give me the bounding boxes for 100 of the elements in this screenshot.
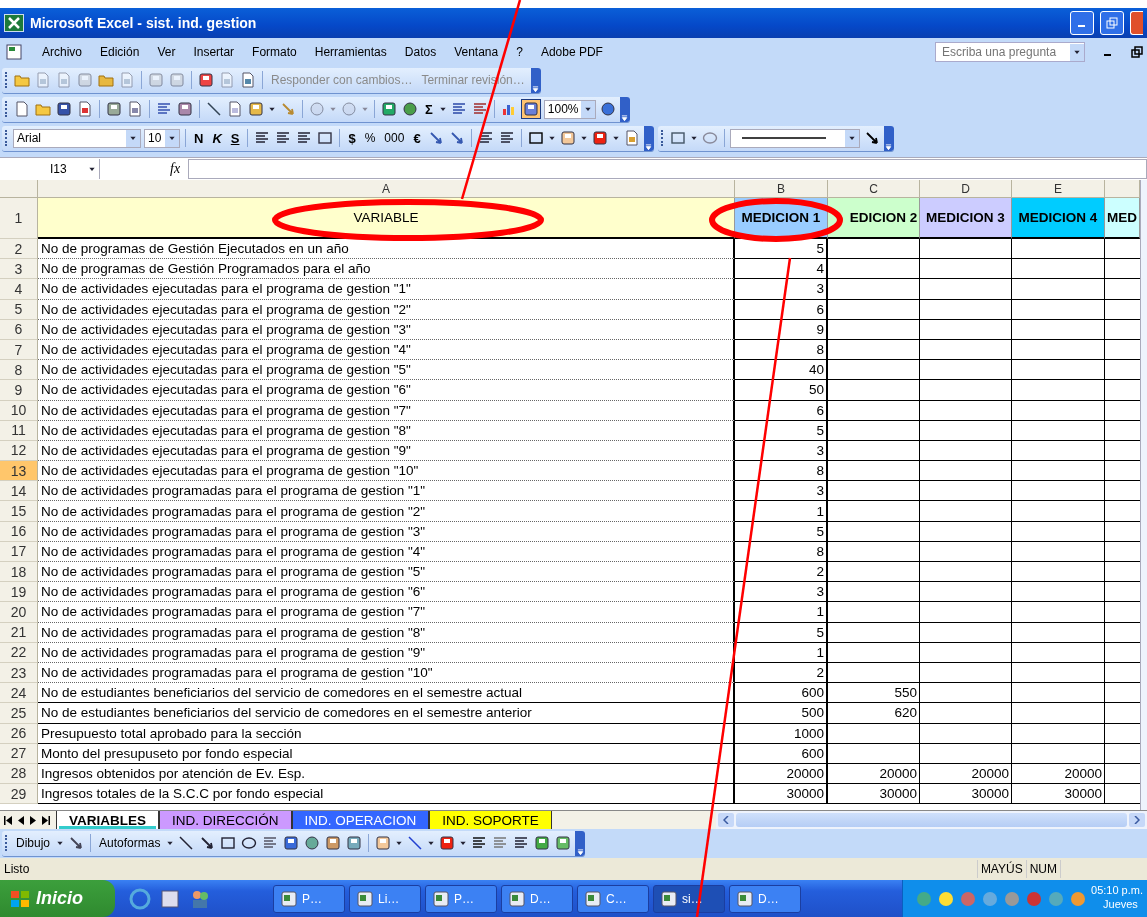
row-header[interactable]: 8 xyxy=(0,360,38,381)
first-sheet-icon[interactable] xyxy=(4,815,12,825)
toolbar-options-button[interactable] xyxy=(643,125,654,151)
row-header[interactable]: 17 xyxy=(0,541,38,562)
row-header[interactable]: 1 xyxy=(0,198,38,239)
column-header[interactable]: D xyxy=(920,180,1012,198)
formula-field[interactable] xyxy=(188,159,1147,179)
sheet-tab[interactable]: VARIABLES xyxy=(56,811,159,829)
menu-item[interactable]: ? xyxy=(516,45,523,59)
bold-button[interactable]: N xyxy=(191,130,207,146)
draw-menu-button[interactable]: Dibujo xyxy=(13,836,54,850)
row-header[interactable]: 15 xyxy=(0,501,38,522)
scrollbar-thumb[interactable] xyxy=(736,813,1127,827)
toolbar-options-button[interactable] xyxy=(530,67,541,93)
taskbar-button[interactable]: P… xyxy=(273,884,345,913)
row-header[interactable]: 18 xyxy=(0,562,38,583)
row-header[interactable]: 26 xyxy=(0,723,38,744)
column-header[interactable]: B xyxy=(735,180,828,198)
rectangle-icon[interactable] xyxy=(219,834,238,852)
autoshapes-menu-button[interactable]: Autoformas xyxy=(96,836,164,850)
minimize-button[interactable] xyxy=(1070,11,1094,35)
menu-item[interactable]: Herramientas xyxy=(314,45,387,59)
row-header[interactable]: 3 xyxy=(0,259,38,280)
menu-item[interactable]: Formato xyxy=(252,45,297,59)
menu-item[interactable]: Ventana xyxy=(454,45,499,59)
row-header[interactable]: 7 xyxy=(0,339,38,361)
underline-button[interactable]: S xyxy=(227,130,243,146)
zoom-field[interactable]: 100% xyxy=(543,99,596,119)
row-header[interactable]: 5 xyxy=(0,299,38,320)
column-header[interactable]: E xyxy=(1012,180,1105,198)
table-cell: No de actividades programadas para el programa de gestion "3" xyxy=(38,521,735,542)
previous-sheet-icon[interactable] xyxy=(18,815,24,825)
toolbar-options-button[interactable] xyxy=(619,96,630,122)
row-header[interactable]: 4 xyxy=(0,279,38,300)
row-header[interactable]: 20 xyxy=(0,602,38,623)
row-header[interactable]: 27 xyxy=(0,743,38,764)
row-header[interactable]: 9 xyxy=(0,380,38,401)
sheet-tab[interactable]: IND. DIRECCIÓN xyxy=(159,811,292,829)
menu-item[interactable]: Edición xyxy=(100,45,140,59)
table-cell: No de actividades ejecutadas para el programa de gestion "3" xyxy=(38,319,735,340)
taskbar-button[interactable]: D… xyxy=(501,884,573,913)
workbook-icon[interactable] xyxy=(4,43,24,61)
tray-icon[interactable] xyxy=(937,889,955,908)
menu-item[interactable]: Adobe PDF xyxy=(540,45,603,59)
row-header[interactable]: 29 xyxy=(0,784,38,805)
new-document-icon[interactable] xyxy=(13,100,31,118)
taskbar-button[interactable]: D… xyxy=(729,884,801,913)
row-header[interactable]: 12 xyxy=(0,440,38,462)
row-header[interactable]: 25 xyxy=(0,703,38,724)
restore-button[interactable] xyxy=(1100,11,1124,35)
toolbar-options-button[interactable] xyxy=(883,125,894,151)
euro-button[interactable]: € xyxy=(410,130,424,146)
last-sheet-icon[interactable] xyxy=(42,815,50,825)
close-button[interactable] xyxy=(1130,11,1143,35)
start-button[interactable]: Inicio xyxy=(0,880,115,917)
autosum-button[interactable]: Σ xyxy=(422,101,436,117)
insert-function-button[interactable]: fx xyxy=(100,161,189,177)
oval-icon[interactable] xyxy=(240,834,259,852)
row-header[interactable]: 28 xyxy=(0,763,38,785)
table-cell: No de actividades ejecutadas para el programa de gestion "8" xyxy=(38,420,735,441)
sheet-tab[interactable]: IND. OPERACION xyxy=(291,811,430,829)
restore-icon[interactable] xyxy=(1131,46,1143,58)
sheet-tab[interactable]: IND. SOPORTE xyxy=(429,811,552,829)
font-field[interactable]: Arial xyxy=(13,128,141,148)
row-header[interactable]: 16 xyxy=(0,521,38,542)
menu-item[interactable]: Insertar xyxy=(193,45,235,59)
browser-icon[interactable] xyxy=(129,887,151,910)
row-header[interactable]: 21 xyxy=(0,622,38,643)
taskbar-button[interactable]: Li… xyxy=(349,884,421,913)
scroll-right-icon[interactable] xyxy=(1129,813,1145,827)
italic-button[interactable]: K xyxy=(209,130,225,146)
vertical-scrollbar[interactable] xyxy=(1140,180,1147,810)
percent-button[interactable]: % xyxy=(361,131,379,145)
currency-button[interactable]: $ xyxy=(345,130,359,146)
row-header[interactable]: 11 xyxy=(0,420,38,441)
toolbar-options-button[interactable] xyxy=(575,830,586,856)
row-header[interactable]: 14 xyxy=(0,481,38,502)
taskbar-button[interactable]: P… xyxy=(425,884,497,913)
font-size-field[interactable]: 10 xyxy=(144,128,180,148)
column-header[interactable]: A xyxy=(38,180,735,198)
column-header[interactable]: C xyxy=(828,180,920,198)
menu-item[interactable]: Ver xyxy=(157,45,176,59)
row-header[interactable]: 23 xyxy=(0,662,38,684)
row-header[interactable]: 24 xyxy=(0,683,38,704)
borders-icon[interactable] xyxy=(526,129,545,147)
name-box[interactable]: I13 xyxy=(0,159,100,179)
row-header[interactable]: 6 xyxy=(0,319,38,340)
menu-item[interactable]: Datos xyxy=(404,45,437,59)
row-header[interactable]: 2 xyxy=(0,239,38,260)
scroll-left-icon[interactable] xyxy=(718,813,734,827)
row-header[interactable]: 13 xyxy=(0,461,38,482)
menu-item[interactable]: Archivo xyxy=(42,45,82,59)
taskbar-button[interactable]: C… xyxy=(577,884,649,913)
row-header[interactable]: 10 xyxy=(0,400,38,421)
thousands-button[interactable]: 000 xyxy=(381,131,408,145)
help-search-field[interactable]: Escriba una pregunta xyxy=(935,42,1085,62)
line-style-field[interactable] xyxy=(729,128,860,148)
row-header[interactable]: 22 xyxy=(0,642,38,663)
row-header[interactable]: 19 xyxy=(0,582,38,603)
next-sheet-icon[interactable] xyxy=(30,815,36,825)
